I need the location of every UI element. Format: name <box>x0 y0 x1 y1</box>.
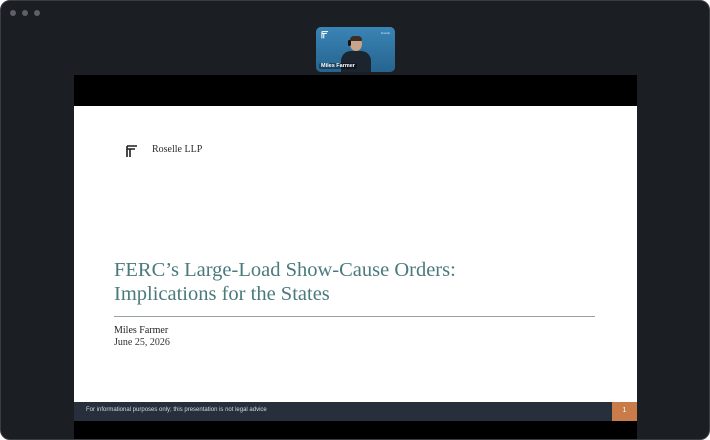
participant-hair <box>350 36 362 41</box>
slide-footer: For informational purposes only; this pr… <box>74 402 612 421</box>
participant-name: Miles Farmer <box>319 63 357 69</box>
roselle-logo-icon <box>321 31 329 39</box>
window-dot-icon[interactable] <box>10 10 16 16</box>
roselle-logo-icon <box>126 145 137 157</box>
page-number-badge: 1 <box>612 402 637 421</box>
presenter-name: Miles Farmer <box>114 325 169 336</box>
presentation-slide: Roselle LLP FERC’s Large-Load Show-Cause… <box>74 106 637 402</box>
window-dot-icon[interactable] <box>34 10 40 16</box>
slide-title-line-2: Implications for the States <box>114 283 330 305</box>
firm-name: Roselle LLP <box>152 144 203 155</box>
slide-title: FERC’s Large-Load Show-Cause Orders: Imp… <box>114 258 594 306</box>
title-divider <box>114 316 595 317</box>
window-controls <box>10 10 40 16</box>
participant-video-tile[interactable]: Roselle Miles Farmer <box>316 27 395 72</box>
window-dot-icon[interactable] <box>22 10 28 16</box>
page-number: 1 <box>622 407 627 414</box>
disclaimer-text: For informational purposes only; this pr… <box>86 407 267 413</box>
headset-icon <box>348 40 351 46</box>
meeting-window: Roselle Miles Farmer Roselle LLP FERC’s … <box>0 0 710 440</box>
slide-title-line-1: FERC’s Large-Load Show-Cause Orders: <box>114 259 456 281</box>
shared-screen: Roselle LLP FERC’s Large-Load Show-Cause… <box>74 75 637 439</box>
tile-brand: Roselle <box>381 31 390 35</box>
presentation-date: June 25, 2026 <box>114 337 170 348</box>
